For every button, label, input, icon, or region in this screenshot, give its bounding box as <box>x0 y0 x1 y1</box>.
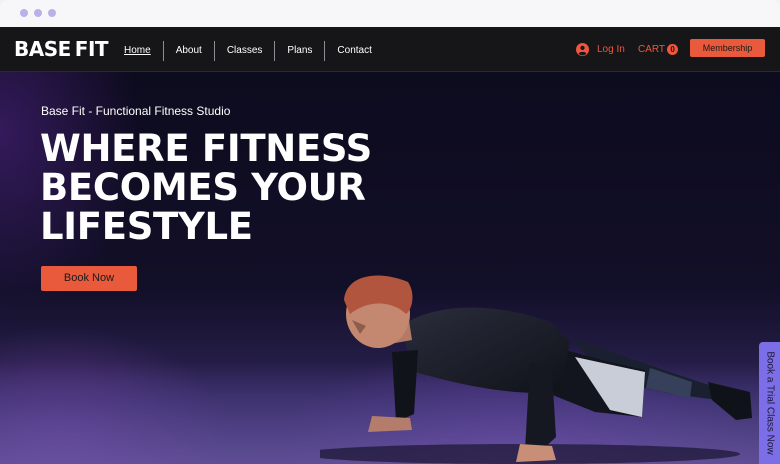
logo-base-text: BASE <box>14 37 71 61</box>
nav-item-plans[interactable]: Plans <box>275 41 324 61</box>
athlete-pushup-image <box>320 275 752 464</box>
hero-section: Base Fit - Functional Fitness Studio WHE… <box>0 72 780 464</box>
login-button[interactable]: Log In <box>576 41 625 57</box>
nav-item-home[interactable]: Home <box>112 41 163 61</box>
hero-headline-line: BECOMES YOUR <box>40 166 366 209</box>
user-avatar-icon <box>576 42 589 56</box>
book-trial-label: Book a Trial Class Now <box>764 351 775 455</box>
hero-headline: WHERE FITNESS BECOMES YOUR LIFESTYLE <box>40 129 490 246</box>
login-label: Log In <box>597 43 625 55</box>
logo-fit-text: FIT <box>74 37 109 61</box>
nav-item-contact[interactable]: Contact <box>325 41 383 61</box>
site-logo[interactable]: BASE FIT <box>14 37 109 61</box>
website: BASE FIT Home About Classes Plans Contact… <box>0 27 780 464</box>
cart-count-badge: 0 <box>667 43 679 55</box>
window-dot-icon <box>34 9 42 17</box>
window-dot-icon <box>20 9 28 17</box>
hero-headline-line: WHERE FITNESS <box>40 127 372 170</box>
browser-top-bar <box>0 0 780 27</box>
membership-button[interactable]: Membership <box>690 39 765 57</box>
hero-headline-line: LIFESTYLE <box>40 205 253 248</box>
window-dot-icon <box>48 9 56 17</box>
cart-button[interactable]: CART 0 <box>638 41 679 57</box>
nav-item-about[interactable]: About <box>164 41 214 61</box>
book-now-button[interactable]: Book Now <box>41 266 137 291</box>
site-header: BASE FIT Home About Classes Plans Contact… <box>0 27 780 72</box>
cart-label: CART <box>638 43 666 55</box>
hero-eyebrow-text: Base Fit - Functional Fitness Studio <box>41 104 231 118</box>
main-nav: Home About Classes Plans Contact <box>112 41 384 61</box>
nav-item-classes[interactable]: Classes <box>215 41 275 61</box>
book-trial-side-tab[interactable]: Book a Trial Class Now <box>759 342 780 464</box>
